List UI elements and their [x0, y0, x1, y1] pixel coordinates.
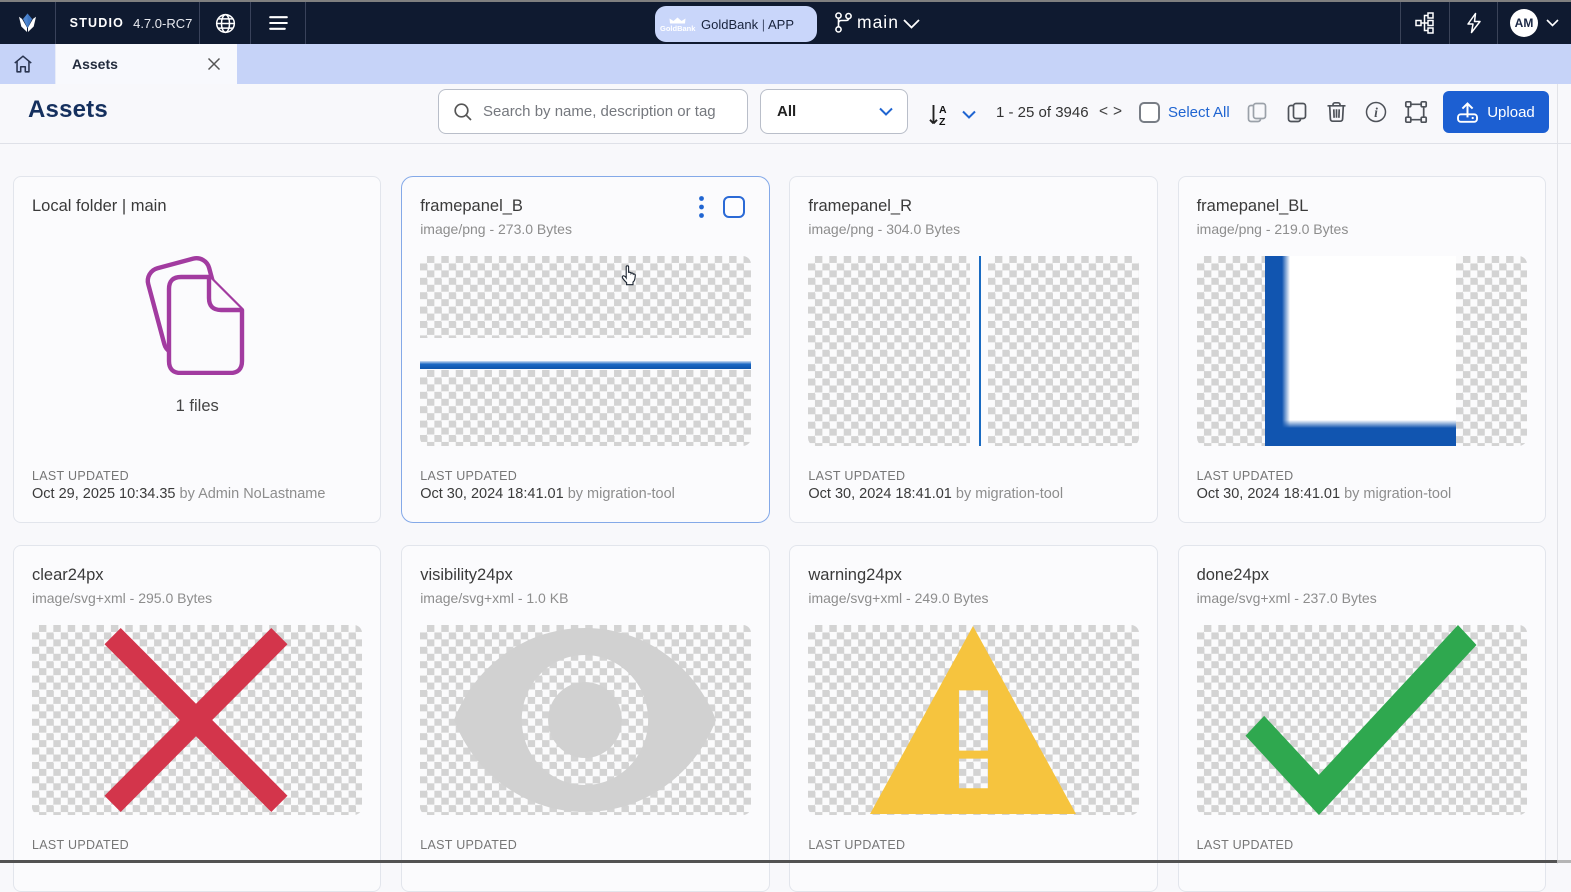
svg-text:Z: Z — [939, 116, 946, 126]
svg-text:A: A — [939, 104, 947, 116]
svg-text:i: i — [1374, 105, 1378, 120]
